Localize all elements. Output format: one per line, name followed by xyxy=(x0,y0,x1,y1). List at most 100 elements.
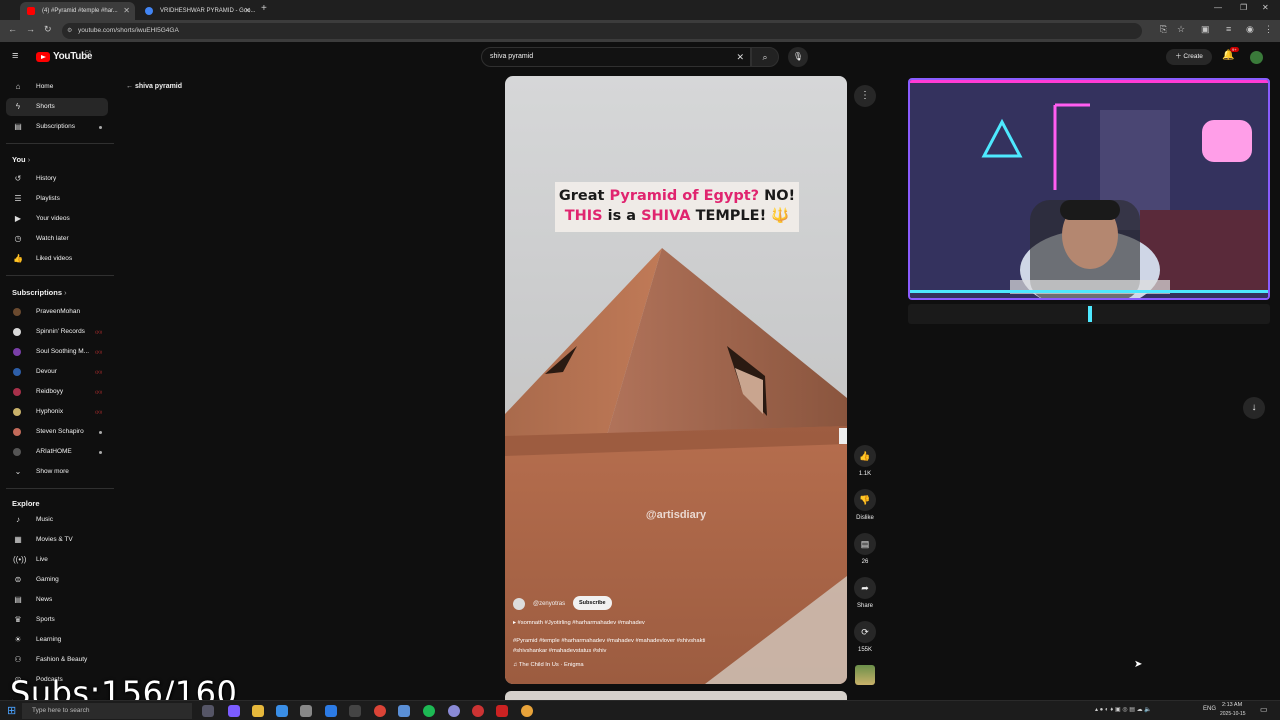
youtube-logo-icon[interactable] xyxy=(36,52,50,62)
next-short-preview[interactable] xyxy=(505,691,847,700)
sidebar-item-news[interactable]: ▤ News xyxy=(6,591,108,609)
sidebar-item-live[interactable]: ((•)) Live xyxy=(6,551,108,569)
install-icon[interactable]: ⎘ xyxy=(1160,24,1167,35)
profile-icon[interactable]: ◉ xyxy=(1246,24,1254,35)
music-info[interactable]: ♫ The Child In Us · Enigma xyxy=(513,662,584,668)
caption-line-1: Great Pyramid of Egypt? NO! xyxy=(555,186,799,206)
share-button[interactable]: ➦ xyxy=(854,577,876,599)
chevron-down-icon: ⌄ xyxy=(14,467,22,476)
sidebar-sub-item[interactable]: Steven Schapiro xyxy=(6,423,108,441)
search-button[interactable]: ⌕ xyxy=(751,47,779,67)
windows-start-icon[interactable]: ⊞ xyxy=(7,704,16,717)
sidebar-item-your-videos[interactable]: ▶ Your videos xyxy=(6,210,108,228)
subscriptions-section-heading[interactable]: Subscriptions › xyxy=(12,288,67,297)
menu-dots-icon[interactable]: ⋮ xyxy=(1264,24,1273,35)
video-tags-line[interactable]: ▸ #somnath #Jyotirling #harharmahadev #m… xyxy=(513,620,645,626)
recording-app-icon[interactable] xyxy=(496,705,508,717)
app-icon[interactable] xyxy=(325,705,337,717)
close-tab-icon[interactable]: ✕ xyxy=(244,2,251,20)
audio-track-thumbnail[interactable] xyxy=(855,665,875,685)
sidebar-item-history[interactable]: ↺ History xyxy=(6,170,108,188)
sidebar-item-watch-later[interactable]: ◷ Watch later xyxy=(6,230,108,248)
channel-avatar[interactable] xyxy=(513,598,525,610)
clear-search-icon[interactable]: ✕ xyxy=(736,48,744,66)
channel-avatar xyxy=(13,388,21,396)
search-results-back-link[interactable]: ← shiva pyramid xyxy=(126,83,182,90)
more-options-icon[interactable]: ⋮ xyxy=(854,85,876,107)
bookmark-star-icon[interactable]: ☆ xyxy=(1177,24,1185,35)
tab-youtube[interactable]: (4) #Pyramid #temple #har... ✕ xyxy=(20,2,135,20)
media-icon[interactable]: ≡ xyxy=(1226,24,1231,34)
sidebar-sub-item[interactable]: Soul Soothing M... ((•)) xyxy=(6,343,108,361)
subscribe-button[interactable]: Subscribe xyxy=(573,596,612,610)
app-icon[interactable] xyxy=(300,705,312,717)
url-field[interactable]: ⚙ youtube.com/shorts/iwuEHI5G4GA xyxy=(62,23,1142,39)
minimize-icon[interactable]: — xyxy=(1214,3,1222,12)
you-section-heading[interactable]: You › xyxy=(12,155,30,164)
language-indicator[interactable]: ENG xyxy=(1203,706,1216,712)
voice-search-button[interactable]: 🎙 xyxy=(788,47,808,67)
taskbar-search-box[interactable]: Type here to search xyxy=(22,703,192,719)
app-icon[interactable] xyxy=(228,705,240,717)
search-input[interactable]: shiva pyramid ✕ xyxy=(481,47,751,67)
sidebar-item-playlists[interactable]: ☰ Playlists xyxy=(6,190,108,208)
sidebar-sub-item[interactable]: ARIatHOME xyxy=(6,443,108,461)
dislike-button[interactable]: 👎 xyxy=(854,489,876,511)
close-window-icon[interactable]: ✕ xyxy=(1262,3,1269,12)
subscriptions-icon: ▤ xyxy=(14,122,22,131)
clock-time[interactable]: 2:13 AM xyxy=(1222,702,1242,708)
sidebar-item-shorts[interactable]: ϟ Shorts xyxy=(6,98,108,116)
short-video-player[interactable]: Great Pyramid of Egypt? NO! THIS is a SH… xyxy=(505,76,847,684)
back-icon[interactable]: ← xyxy=(8,24,17,34)
sidebar-sub-item[interactable]: Hyphonix ((•)) xyxy=(6,403,108,421)
site-info-icon[interactable]: ⚙ xyxy=(67,23,72,39)
playlists-icon: ☰ xyxy=(14,194,22,203)
chrome-icon[interactable] xyxy=(374,705,386,717)
sidebar-item-sports[interactable]: ♛ Sports xyxy=(6,611,108,629)
sidebar-sub-item[interactable]: Reidboyy ((•)) xyxy=(6,383,108,401)
app-icon[interactable] xyxy=(398,705,410,717)
account-avatar[interactable] xyxy=(1250,51,1263,64)
spotify-icon[interactable] xyxy=(423,705,435,717)
remix-button[interactable]: ⟳ xyxy=(854,621,876,643)
sidebar-item-subscriptions[interactable]: ▤ Subscriptions xyxy=(6,118,108,136)
chrome-active-icon[interactable] xyxy=(521,705,533,717)
video-description-line-1[interactable]: #Pyramid #temple #harharmahadev #mahadev… xyxy=(513,638,705,644)
app-icon[interactable] xyxy=(276,705,288,717)
reload-icon[interactable]: ↻ xyxy=(44,24,52,35)
extensions-icon[interactable]: ▣ xyxy=(1201,24,1210,35)
tab-google[interactable]: VRIDHESHWAR PYRAMID - Goo... ✕ xyxy=(138,2,256,20)
show-more-button[interactable]: ⌄ Show more xyxy=(6,463,108,481)
comments-button[interactable]: ▤ xyxy=(854,533,876,555)
sidebar-sub-item[interactable]: Devour ((•)) xyxy=(6,363,108,381)
close-tab-icon[interactable]: ✕ xyxy=(123,2,130,20)
caption-line-2: THIS is a SHIVA TEMPLE! 🔱 xyxy=(555,206,799,226)
sidebar-item-movies[interactable]: ▦ Movies & TV xyxy=(6,531,108,549)
notifications-center-icon[interactable]: ▭ xyxy=(1260,705,1268,714)
sidebar-item-learning[interactable]: ☀ Learning xyxy=(6,631,108,649)
system-tray-icons[interactable]: ▴ ● ◐ ♦ ▣ ◎ ▤ ☁ 🔈 xyxy=(1095,706,1152,713)
forward-icon[interactable]: → xyxy=(26,24,35,34)
channel-handle[interactable]: @zenyotras xyxy=(533,596,565,612)
task-view-icon[interactable] xyxy=(202,705,214,717)
create-button[interactable]: ＋ Create xyxy=(1166,49,1212,65)
new-tab-button[interactable]: + xyxy=(261,3,267,14)
sidebar-item-liked-videos[interactable]: 👍 Liked videos xyxy=(6,250,108,268)
hamburger-menu-icon[interactable]: ≡ xyxy=(12,50,18,62)
sidebar-item-music[interactable]: ♪ Music xyxy=(6,511,108,529)
sidebar-item-gaming[interactable]: ⊜ Gaming xyxy=(6,571,108,589)
like-button[interactable]: 👍 xyxy=(854,445,876,467)
file-explorer-icon[interactable] xyxy=(252,705,264,717)
app-icon[interactable] xyxy=(472,705,484,717)
clock-date[interactable]: 2025-10-15 xyxy=(1220,711,1246,717)
sidebar-sub-item[interactable]: PraveenMohan xyxy=(6,303,108,321)
video-description-line-2[interactable]: #shivshankar #mahadevstatus #shiv xyxy=(513,648,606,654)
maximize-icon[interactable]: ❐ xyxy=(1240,3,1247,12)
app-icon[interactable] xyxy=(349,705,361,717)
sidebar-sub-item[interactable]: Spinnin' Records ((•)) xyxy=(6,323,108,341)
app-icon[interactable] xyxy=(448,705,460,717)
next-video-button[interactable]: ↓ xyxy=(1243,397,1265,419)
sidebar-item-fashion[interactable]: ⚇ Fashion & Beauty xyxy=(6,651,108,669)
sidebar-item-home[interactable]: ⌂ Home xyxy=(6,78,108,96)
mouse-cursor-icon: ➤ xyxy=(1134,659,1143,670)
